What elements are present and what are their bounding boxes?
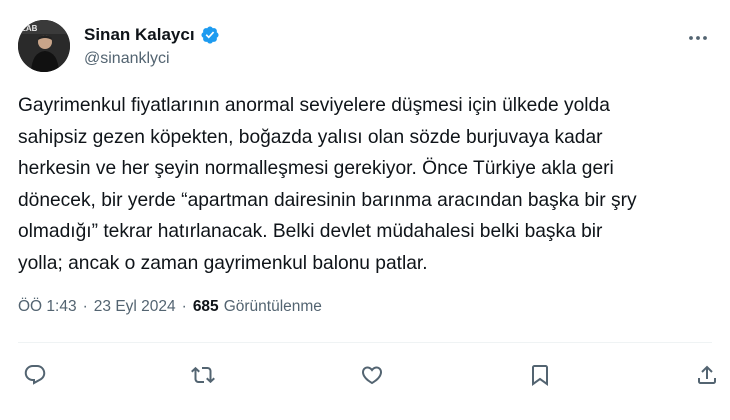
- more-horizontal-icon[interactable]: [686, 28, 710, 48]
- tweet-header: LAB Sinan Kalaycı @sinanklyci: [16, 20, 714, 72]
- meta-separator: ·: [181, 298, 187, 315]
- meta-separator: ·: [82, 298, 88, 315]
- author-handle[interactable]: @sinanklyci: [84, 50, 220, 68]
- heart-icon[interactable]: [357, 360, 387, 390]
- tweet-time[interactable]: ÖÖ 1:43: [18, 298, 77, 316]
- verified-badge-icon: [200, 25, 220, 45]
- author-block: Sinan Kalaycı @sinanklyci: [84, 24, 220, 68]
- views-label: Görüntülenme: [223, 298, 322, 315]
- avatar[interactable]: LAB: [18, 20, 70, 72]
- retweet-icon[interactable]: [188, 360, 218, 390]
- reply-icon[interactable]: [20, 360, 50, 390]
- share-icon[interactable]: [692, 360, 722, 390]
- divider: [18, 342, 712, 343]
- avatar-sign-text: LAB: [21, 24, 38, 33]
- author-display-name[interactable]: Sinan Kalaycı: [84, 25, 195, 45]
- tweet-card: LAB Sinan Kalaycı @sinanklyci Gayrimenku…: [0, 0, 730, 420]
- bookmark-icon[interactable]: [525, 360, 555, 390]
- tweet-meta: ÖÖ 1:43 · 23 Eyl 2024 · 685 Görüntülenme: [18, 298, 322, 316]
- tweet-date[interactable]: 23 Eyl 2024: [94, 298, 176, 316]
- action-bar: [0, 360, 730, 390]
- tweet-text: Gayrimenkul fiyatlarının anormal seviyel…: [18, 95, 637, 274]
- views-count[interactable]: 685: [193, 298, 219, 316]
